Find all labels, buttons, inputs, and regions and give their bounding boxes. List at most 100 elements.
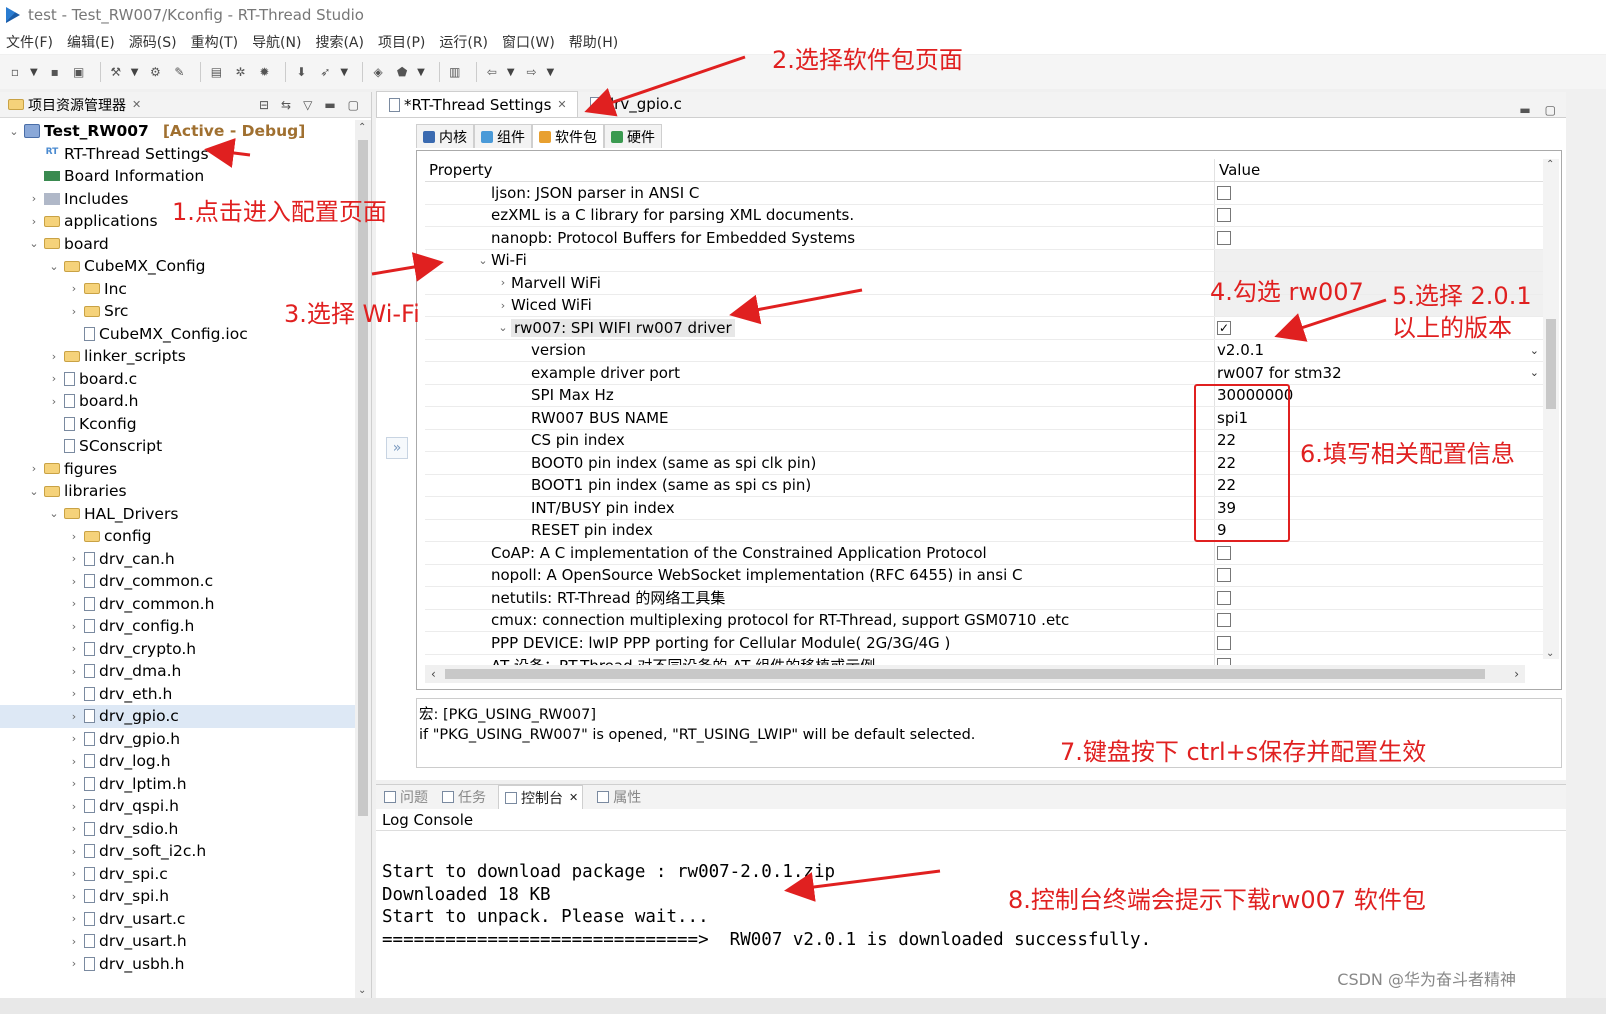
forward-dropdown-icon[interactable]: ▼ [547, 67, 555, 78]
property-checkbox[interactable] [1217, 208, 1231, 223]
property-row[interactable]: example driver port rw007 for stm32 ⌄ [425, 362, 1545, 385]
property-vscroll[interactable]: ⌃ ⌄ [1543, 159, 1559, 659]
property-checkbox[interactable] [1217, 185, 1231, 200]
property-row[interactable]: › Marvell WiFi [425, 272, 1545, 295]
tree-item[interactable]: › drv_crypto.h [0, 638, 356, 661]
run-icon[interactable]: ➶ [316, 63, 334, 81]
property-checkbox[interactable] [1217, 613, 1231, 628]
menu-item[interactable]: 窗口(W) [502, 32, 555, 52]
tree-item[interactable]: Kconfig [0, 413, 356, 436]
property-checkbox[interactable] [1217, 590, 1231, 605]
project-root[interactable]: ⌄ Test_RW007 [Active - Debug] [0, 120, 356, 143]
scroll-left-icon[interactable]: ‹ [431, 667, 436, 681]
build-icon[interactable]: ⚒ [107, 63, 125, 81]
debug-icon[interactable]: ✹ [255, 63, 273, 81]
tree-item[interactable]: › drv_spi.c [0, 863, 356, 886]
scroll-down-icon[interactable]: ⌄ [1546, 648, 1554, 659]
explorer-close-icon[interactable]: ✕ [132, 98, 141, 111]
terminal-icon[interactable]: ▤ [207, 63, 225, 81]
sub-tab[interactable]: 内核 [416, 124, 474, 148]
property-row[interactable]: SPI Max Hz 30000000 [425, 384, 1545, 407]
property-checkbox[interactable] [1217, 545, 1231, 560]
console-tab[interactable]: 任务 [440, 787, 486, 807]
property-row[interactable]: version v2.0.1 ⌄ [425, 339, 1545, 362]
back-dropdown-icon[interactable]: ▼ [507, 67, 515, 78]
tree-item[interactable]: › drv_log.h [0, 750, 356, 773]
property-dropdown-value[interactable]: rw007 for stm32 [1217, 364, 1342, 382]
chevron-right-icon[interactable]: › [66, 912, 82, 925]
tree-item[interactable]: › figures [0, 458, 356, 481]
layout-icon[interactable]: ▥ [446, 63, 464, 81]
chevron-right-icon[interactable]: › [66, 687, 82, 700]
expand-panel-icon[interactable]: » [386, 437, 408, 459]
maximize-icon[interactable]: ▢ [1545, 103, 1556, 117]
menu-item[interactable]: 帮助(H) [569, 32, 618, 52]
chevron-right-icon[interactable]: › [26, 215, 42, 228]
property-row[interactable]: PPP DEVICE: lwIP PPP porting for Cellula… [425, 632, 1545, 655]
tree-item[interactable]: › board.h [0, 390, 356, 413]
tree-item[interactable]: › drv_gpio.c [0, 705, 356, 728]
tree-item[interactable]: › drv_can.h [0, 548, 356, 571]
tree-item[interactable]: ⌄ board [0, 233, 356, 256]
chevron-right-icon[interactable]: › [66, 732, 82, 745]
tree-item[interactable]: › config [0, 525, 356, 548]
chevron-down-icon[interactable]: ⌄ [475, 254, 491, 267]
chevron-right-icon[interactable]: › [66, 552, 82, 565]
console-tab[interactable]: 控制台 ✕ [498, 785, 584, 809]
rebuild-icon[interactable]: ⚙ [146, 63, 164, 81]
tree-item[interactable]: › drv_soft_i2c.h [0, 840, 356, 863]
sub-tab[interactable]: 软件包 [532, 124, 604, 148]
flash-dropdown-icon[interactable]: ▼ [417, 67, 425, 78]
tree-item[interactable]: › drv_usbh.h [0, 953, 356, 976]
console-tab[interactable]: 问题 [382, 787, 428, 807]
chevron-right-icon[interactable]: › [66, 845, 82, 858]
link-editor-icon[interactable]: ⇆ [281, 98, 291, 112]
menu-item[interactable]: 项目(P) [378, 32, 425, 52]
view-menu-icon[interactable]: ▽ [303, 98, 312, 112]
chevron-down-icon[interactable]: ⌄ [26, 485, 42, 498]
property-checkbox[interactable]: ✓ [1217, 320, 1231, 335]
tree-item[interactable]: ⌄ libraries [0, 480, 356, 503]
chevron-right-icon[interactable]: › [66, 597, 82, 610]
chevron-right-icon[interactable]: › [66, 755, 82, 768]
download-icon[interactable]: ⬇ [292, 63, 310, 81]
menu-item[interactable]: 源码(S) [129, 32, 177, 52]
scroll-right-icon[interactable]: › [1514, 667, 1519, 681]
property-row[interactable]: BOOT1 pin index (same as spi cs pin) 22 [425, 474, 1545, 497]
chevron-right-icon[interactable]: › [66, 305, 82, 318]
tree-item[interactable]: ⌄ CubeMX_Config [0, 255, 356, 278]
chevron-right-icon[interactable]: › [66, 867, 82, 880]
property-hscroll-thumb[interactable] [445, 669, 1485, 679]
menu-item[interactable]: 编辑(E) [67, 32, 115, 52]
property-vscroll-thumb[interactable] [1546, 319, 1556, 409]
new-icon[interactable]: ▫ [6, 63, 24, 81]
chevron-down-icon[interactable]: ⌄ [46, 260, 62, 273]
property-row[interactable]: nopoll: A OpenSource WebSocket implement… [425, 564, 1545, 587]
menu-item[interactable]: 重构(T) [191, 32, 238, 52]
tree-item[interactable]: RT RT-Thread Settings [0, 143, 356, 166]
property-row[interactable]: ljson: JSON parser in ANSI C [425, 182, 1545, 205]
tree-item[interactable]: Board Information [0, 165, 356, 188]
chevron-right-icon[interactable]: › [66, 957, 82, 970]
new-dropdown-icon[interactable]: ▼ [30, 67, 38, 78]
chevron-right-icon[interactable]: › [66, 777, 82, 790]
sdk-manager-icon[interactable]: ✲ [231, 63, 249, 81]
tree-item[interactable]: ⌄ HAL_Drivers [0, 503, 356, 526]
chevron-right-icon[interactable]: › [66, 800, 82, 813]
property-dropdown-value[interactable]: v2.0.1 [1217, 341, 1264, 359]
tab-rt-thread-settings[interactable]: *RT-Thread Settings ✕ [376, 91, 578, 117]
chevron-right-icon[interactable]: › [66, 282, 82, 295]
chevron-down-icon[interactable]: ⌄ [1530, 344, 1539, 357]
run-dropdown-icon[interactable]: ▼ [340, 67, 348, 78]
chevron-right-icon[interactable]: › [66, 935, 82, 948]
tree-item[interactable]: › drv_spi.h [0, 885, 356, 908]
property-checkbox[interactable] [1217, 230, 1231, 245]
chevron-down-icon[interactable]: ⌄ [6, 125, 22, 138]
tree-item[interactable]: › linker_scripts [0, 345, 356, 368]
property-row[interactable]: INT/BUSY pin index 39 [425, 497, 1545, 520]
back-icon[interactable]: ⇦ [483, 63, 501, 81]
property-row[interactable]: ezXML is a C library for parsing XML doc… [425, 204, 1545, 227]
chevron-down-icon[interactable]: ⌄ [1530, 366, 1539, 379]
chevron-right-icon[interactable]: › [66, 665, 82, 678]
flash-icon[interactable]: ⬟ [393, 63, 411, 81]
